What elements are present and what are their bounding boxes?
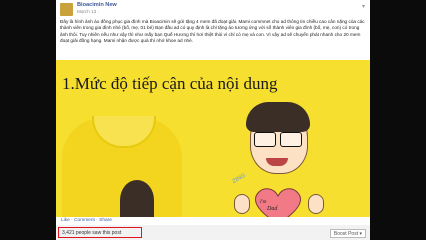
post-actions: Like · Comment · Share [56, 217, 370, 225]
heart-label-im: I'm [260, 200, 267, 205]
post-reach-bar: 3,421 people saw this post Boost Post ▾ [56, 225, 370, 240]
child-figure [96, 180, 176, 217]
cartoon-left-hand [234, 194, 250, 214]
page-name-link[interactable]: Bioacimin New [77, 2, 117, 8]
shirt-collar [92, 116, 156, 148]
left-lens [254, 132, 276, 147]
cartoon-right-hand [308, 194, 324, 214]
heart-label-dad: Dad [267, 206, 278, 212]
right-lens [280, 132, 302, 147]
post-caption: Đây là hình ảnh áo đồng phục gia đình mà… [60, 19, 365, 44]
child-hair [120, 180, 154, 217]
boost-post-button[interactable]: Boost Post ▾ [329, 229, 366, 238]
chevron-down-icon[interactable]: ▾ [362, 3, 365, 10]
people-saw-count[interactable]: 3,421 people saw this post [62, 230, 121, 236]
video-frame: Bioacimin New March 13 · ▾ Đây là hình ả… [0, 0, 426, 240]
post-image[interactable]: 1.Mức độ tiếp cận của nội dung I'm Dad Z [56, 60, 370, 217]
facebook-post: Bioacimin New March 13 · ▾ Đây là hình ả… [56, 0, 370, 240]
post-header: Bioacimin New March 13 · ▾ [56, 0, 370, 18]
post-date[interactable]: March 13 · [77, 9, 99, 14]
cartoon-dad-face [244, 102, 314, 186]
like-comment-share-links[interactable]: Like · Comment · Share [61, 218, 112, 223]
cartoon-hair [246, 102, 310, 132]
page-avatar[interactable] [60, 3, 73, 16]
glasses-icon [254, 132, 304, 147]
headline-overlay: 1.Mức độ tiếp cận của nội dung [62, 74, 278, 93]
